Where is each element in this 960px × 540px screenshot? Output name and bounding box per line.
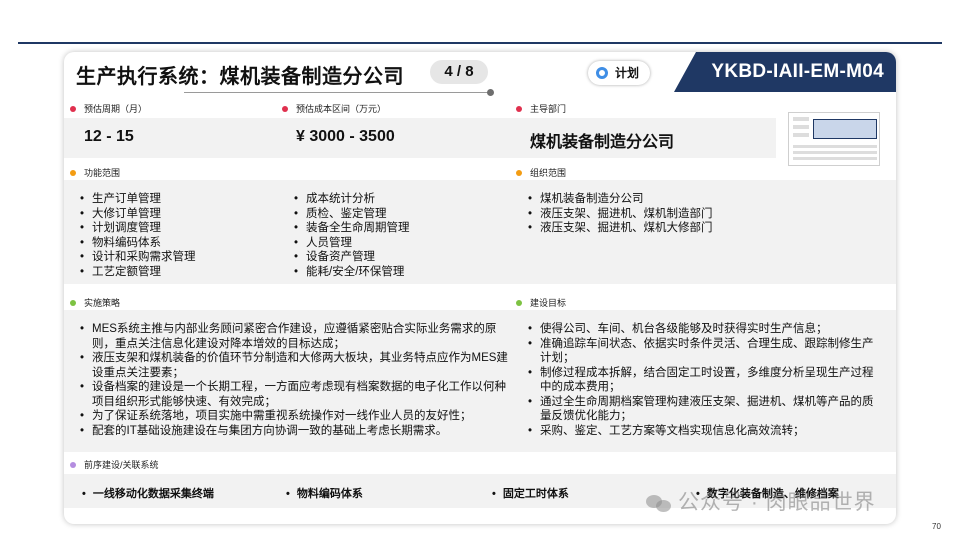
org-scope-label: 组织范围 <box>530 168 567 178</box>
pager-badge[interactable]: 4 / 8 <box>430 60 488 84</box>
green-dot-icon <box>70 299 76 306</box>
list-item: 能耗/安全/环保管理 <box>292 265 410 280</box>
strategy-label-row: 实施策略 <box>70 296 120 309</box>
list-item: 设备资产管理 <box>292 250 410 265</box>
cost-label-row: 预估成本区间（万元） <box>282 102 386 115</box>
cost-label: 预估成本区间（万元） <box>296 104 387 114</box>
strategy-label: 实施策略 <box>84 298 121 308</box>
project-code-tag: YKBD-IAII-EM-M04 <box>674 52 896 92</box>
list-item: 设备档案的建设是一个长期工程，一方面应考虑现有档案数据的电子化工作以何种项目组织… <box>78 380 510 409</box>
watermark-text: 公众号 · 肉眼品世界 <box>678 491 876 514</box>
title-underline <box>184 92 490 93</box>
related-item: 物料编码体系 <box>286 485 363 501</box>
list-item: 质检、鉴定管理 <box>292 207 410 222</box>
function-scope-label: 功能范围 <box>84 168 121 178</box>
orange-dot-icon <box>70 169 76 176</box>
org-scope-label-row: 组织范围 <box>516 166 566 179</box>
dept-value: 煤机装备制造分公司 <box>530 134 675 151</box>
list-item: 大修订单管理 <box>78 207 196 222</box>
radio-ring-icon <box>596 67 608 79</box>
list-item: 制修过程成本拆解，结合固定工时设置，多维度分析呈现生产过程中的成本费用； <box>526 366 876 395</box>
underline-dot <box>487 89 494 96</box>
list-item: 为了保证系统落地，项目实施中需重视系统操作对一线作业人员的友好性； <box>78 409 510 424</box>
list-item: 设计和采购需求管理 <box>78 250 196 265</box>
watermark: 公众号 · 肉眼品世界 <box>646 486 876 516</box>
related-label-row: 前序建设/关联系统 <box>70 458 159 471</box>
period-label: 预估周期（月） <box>84 104 148 114</box>
function-scope-list-2: 成本统计分析 质检、鉴定管理 装备全生命周期管理 人员管理 设备资产管理 能耗/… <box>292 192 410 279</box>
goals-label-row: 建设目标 <box>516 296 566 309</box>
list-item: 装备全生命周期管理 <box>292 221 410 236</box>
dept-label: 主导部门 <box>530 104 567 114</box>
org-scope-list: 煤机装备制造分公司 液压支架、掘进机、煤机制造部门 液压支架、掘进机、煤机大修部… <box>526 192 713 236</box>
related-item: 一线移动化数据采集终端 <box>82 485 214 501</box>
goals-list: 使得公司、车间、机台各级能够及时获得实时生产信息； 准确追踪车间状态、依据实时条… <box>526 322 876 438</box>
list-item: 液压支架、掘进机、煤机制造部门 <box>526 207 713 222</box>
top-divider <box>18 42 942 44</box>
period-value: 12 - 15 <box>84 128 134 145</box>
related-item: 固定工时体系 <box>492 485 569 501</box>
list-item: 液压支架、掘进机、煤机大修部门 <box>526 221 713 236</box>
list-item: 液压支架和煤机装备的价值环节分制造和大修两大板块，其业务特点应作为MES建设重点… <box>78 351 510 380</box>
wechat-icon <box>646 493 672 513</box>
list-item: 采购、鉴定、工艺方案等文档实现信息化高效流转； <box>526 424 876 439</box>
status-toggle[interactable]: 计划 <box>588 61 650 85</box>
red-dot-icon <box>70 105 76 112</box>
status-label: 计划 <box>615 66 640 80</box>
page-title: 生产执行系统：煤机装备制造分公司 <box>76 66 404 88</box>
page-number: 70 <box>932 522 941 531</box>
related-label: 前序建设/关联系统 <box>84 460 159 470</box>
list-item: 通过全生命周期档案管理构建液压支架、掘进机、煤机等产品的质量反馈优化能力； <box>526 395 876 424</box>
preview-thumbnail <box>788 112 880 166</box>
list-item: 使得公司、车间、机台各级能够及时获得实时生产信息； <box>526 322 876 337</box>
list-item: 物料编码体系 <box>78 236 196 251</box>
list-item: 准确追踪车间状态、依据实时条件灵活、合理生成、跟踪制修生产计划； <box>526 337 876 366</box>
red-dot-icon <box>516 105 522 112</box>
goals-label: 建设目标 <box>530 298 567 308</box>
list-item: 成本统计分析 <box>292 192 410 207</box>
period-label-row: 预估周期（月） <box>70 102 147 115</box>
content-card: 生产执行系统：煤机装备制造分公司 4 / 8 计划 YKBD-IAII-EM-M… <box>64 52 896 524</box>
function-scope-list-1: 生产订单管理 大修订单管理 计划调度管理 物料编码体系 设计和采购需求管理 工艺… <box>78 192 196 279</box>
list-item: MES系统主推与内部业务顾问紧密合作建设，应遵循紧密贴合实际业务需求的原则，重点… <box>78 322 510 351</box>
purple-dot-icon <box>70 461 76 468</box>
green-dot-icon <box>516 299 522 306</box>
orange-dot-icon <box>516 169 522 176</box>
function-scope-label-row: 功能范围 <box>70 166 120 179</box>
list-item: 煤机装备制造分公司 <box>526 192 713 207</box>
red-dot-icon <box>282 105 288 112</box>
list-item: 计划调度管理 <box>78 221 196 236</box>
list-item: 人员管理 <box>292 236 410 251</box>
list-item: 工艺定额管理 <box>78 265 196 280</box>
cost-value: ¥ 3000 - 3500 <box>296 128 395 145</box>
list-item: 生产订单管理 <box>78 192 196 207</box>
strategy-list: MES系统主推与内部业务顾问紧密合作建设，应遵循紧密贴合实际业务需求的原则，重点… <box>78 322 510 438</box>
dept-label-row: 主导部门 <box>516 102 566 115</box>
list-item: 配套的IT基础设施建设在与集团方向协调一致的基础上考虑长期需求。 <box>78 424 510 439</box>
